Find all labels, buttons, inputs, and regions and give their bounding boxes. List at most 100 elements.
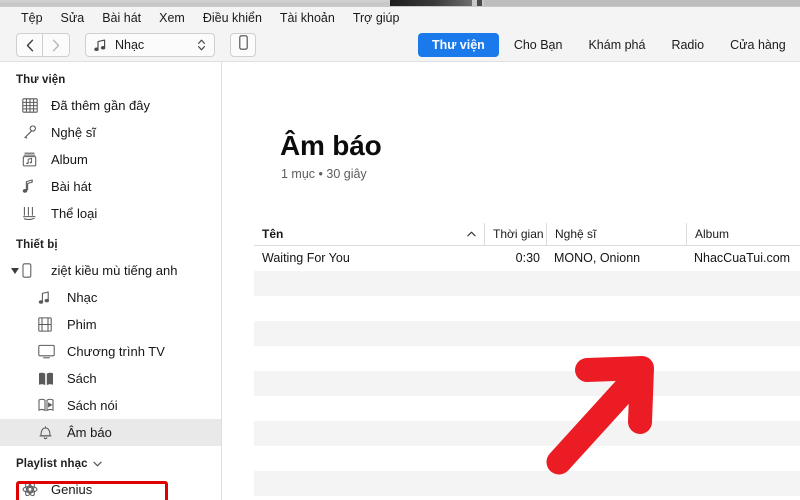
table-row[interactable]: Waiting For You 0:30 MONO, Onionn NhacCu… — [254, 246, 800, 271]
sidebar-item-device-movies[interactable]: Phim — [0, 311, 221, 338]
table-row-empty — [254, 396, 800, 421]
table-row-empty — [254, 296, 800, 321]
menu-tep[interactable]: Tệp — [12, 7, 52, 29]
sidebar-section-title-library: Thư viện — [16, 74, 66, 86]
chevron-down-icon[interactable] — [92, 460, 102, 469]
chevron-down-icon[interactable] — [8, 267, 22, 274]
sidebar-section-title-playlists[interactable]: Playlist nhạc — [0, 446, 221, 476]
sidebar-item-label: Bài hát — [51, 179, 92, 194]
sidebar: Thư viện Đã thêm gần đây Nghệ sĩ Album B… — [0, 62, 222, 500]
sidebar-item-label: Thể loại — [51, 206, 98, 221]
bell-icon — [38, 424, 60, 442]
toolbar: Nhạc Thư viện Cho Bạn Khám phá Radio Cửa… — [0, 29, 800, 62]
column-header-label: Tên — [262, 227, 284, 241]
back-button[interactable] — [16, 33, 43, 57]
forward-button[interactable] — [43, 33, 70, 57]
sidebar-item-label: Sách — [67, 371, 97, 386]
table-row-empty — [254, 321, 800, 346]
table-header-row: Tên Thời gian Nghệ sĩ Album — [254, 223, 800, 246]
sidebar-section-title-devices: Thiết bị — [16, 239, 58, 251]
tab-radio[interactable]: Radio — [660, 33, 715, 57]
sidebar-item-genius[interactable]: Genius — [0, 476, 221, 500]
tab-thu-vien[interactable]: Thư viện — [418, 33, 499, 57]
genius-atom-icon — [22, 481, 44, 499]
chrome-segment-right — [484, 0, 800, 6]
chrome-segment-dark — [390, 0, 472, 6]
menu-sua[interactable]: Sửa — [52, 7, 94, 29]
nav-buttons-group — [16, 33, 70, 57]
audiobook-icon — [38, 397, 60, 415]
column-header-name[interactable]: Tên — [254, 223, 484, 245]
tab-cua-hang[interactable]: Cửa hàng — [719, 33, 797, 57]
main-content: Âm báo 1 mục • 30 giây Tên Thời gian Ngh… — [223, 62, 800, 500]
table-row-empty — [254, 421, 800, 446]
album-icon — [22, 151, 44, 169]
media-type-value: Nhạc — [115, 38, 145, 52]
column-header-time[interactable]: Thời gian — [484, 223, 546, 245]
table-row-empty — [254, 446, 800, 471]
cell-artist: MONO, Onionn — [554, 251, 641, 265]
sidebar-item-device-tones[interactable]: Âm báo — [0, 419, 221, 446]
menu-tro-giup[interactable]: Trợ giúp — [344, 7, 409, 29]
sidebar-item-device-music[interactable]: Nhạc — [0, 284, 221, 311]
device-button[interactable] — [230, 33, 256, 57]
track-table: Tên Thời gian Nghệ sĩ Album Waiting For … — [254, 223, 800, 500]
table-row-empty — [254, 471, 800, 496]
music-note-icon — [94, 39, 106, 52]
cell-time: 0:30 — [515, 251, 540, 265]
chevron-left-icon — [26, 39, 34, 52]
menu-xem[interactable]: Xem — [150, 7, 194, 29]
sidebar-item-label: Phim — [67, 317, 97, 332]
film-icon — [38, 316, 60, 334]
library-nav-tabs: Thư viện Cho Bạn Khám phá Radio Cửa hàng — [418, 33, 800, 57]
microphone-icon — [22, 124, 44, 142]
sidebar-item-label: Nghệ sĩ — [51, 125, 96, 140]
table-row-empty — [254, 346, 800, 371]
device-phone-icon — [22, 262, 44, 280]
sidebar-item-label: Album — [51, 152, 88, 167]
cell-name: Waiting For You — [262, 251, 350, 265]
sidebar-item-songs[interactable]: Bài hát — [0, 173, 221, 200]
sidebar-item-label: Sách nói — [67, 398, 118, 413]
cell-album: NhacCuaTui.com — [694, 251, 791, 265]
page-subtitle: 1 mục • 30 giây — [281, 167, 367, 181]
media-type-picker[interactable]: Nhạc — [85, 33, 215, 57]
chevron-updown-icon — [197, 38, 206, 52]
table-row-empty — [254, 371, 800, 396]
caret-up-icon — [467, 223, 476, 245]
sidebar-item-label: Genius — [51, 482, 93, 497]
music-note-icon — [38, 289, 60, 307]
tv-icon — [38, 343, 60, 361]
table-row-empty — [254, 496, 800, 500]
sidebar-item-label: Nhạc — [67, 290, 98, 305]
column-header-artist[interactable]: Nghệ sĩ — [546, 223, 686, 245]
sidebar-item-albums[interactable]: Album — [0, 146, 221, 173]
sidebar-item-device-audiobooks[interactable]: Sách nói — [0, 392, 221, 419]
tab-cho-ban[interactable]: Cho Bạn — [503, 33, 574, 57]
sidebar-item-label: Âm báo — [67, 425, 112, 440]
sidebar-item-genres[interactable]: Thể loại — [0, 200, 221, 227]
genre-icon — [22, 205, 44, 223]
chrome-segment-tick — [477, 0, 482, 6]
page-title: Âm báo — [280, 130, 382, 161]
column-header-album[interactable]: Album — [686, 223, 800, 245]
menu-dieu-khien[interactable]: Điều khiển — [194, 7, 271, 29]
tab-kham-pha[interactable]: Khám phá — [577, 33, 656, 57]
sidebar-item-device-tvshows[interactable]: Chương trình TV — [0, 338, 221, 365]
menu-bar: Tệp Sửa Bài hát Xem Điều khiển Tài khoản… — [0, 7, 800, 29]
sidebar-item-label: ziệt kiều mù tiếng anh — [51, 263, 178, 278]
sidebar-item-recently-added[interactable]: Đã thêm gần đây — [0, 92, 221, 119]
menu-bai-hat[interactable]: Bài hát — [93, 7, 150, 29]
sidebar-item-artists[interactable]: Nghệ sĩ — [0, 119, 221, 146]
chevron-right-icon — [52, 39, 60, 52]
chrome-segment-left — [0, 0, 390, 5]
itunes-window: Tệp Sửa Bài hát Xem Điều khiển Tài khoản… — [0, 0, 800, 500]
menu-tai-khoan[interactable]: Tài khoản — [271, 7, 344, 29]
book-icon — [38, 370, 60, 388]
sidebar-section-label: Playlist nhạc — [16, 458, 88, 470]
sidebar-item-label: Đã thêm gần đây — [51, 98, 151, 113]
sidebar-item-device-books[interactable]: Sách — [0, 365, 221, 392]
grid-recent-icon — [22, 97, 44, 115]
sidebar-item-device[interactable]: ziệt kiều mù tiếng anh — [0, 257, 221, 284]
table-row-empty — [254, 271, 800, 296]
